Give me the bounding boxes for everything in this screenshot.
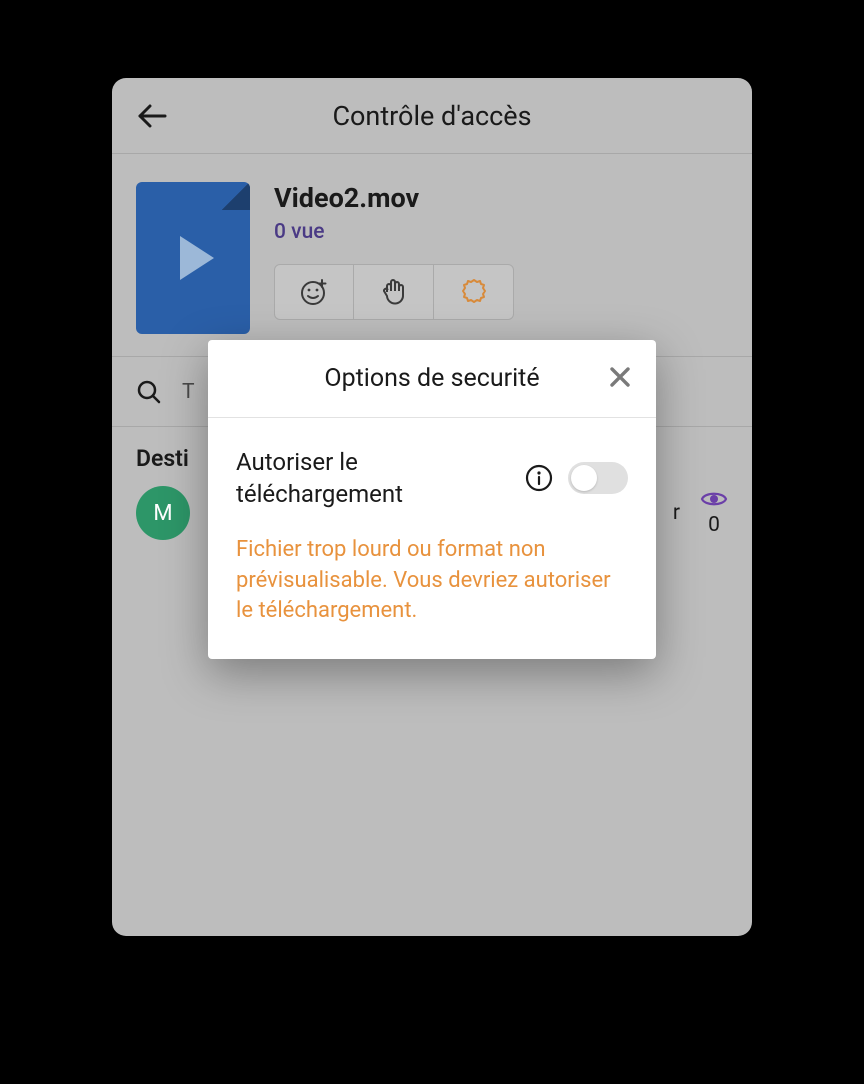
modal-body: Autoriser le téléchargement Fichier trop…: [208, 418, 656, 659]
security-options-modal: Options de securité Autoriser le télécha…: [208, 340, 656, 659]
toggle-knob: [571, 465, 597, 491]
info-icon: [524, 463, 554, 493]
modal-overlay: Options de securité Autoriser le télécha…: [0, 0, 864, 1084]
close-button[interactable]: [602, 359, 638, 399]
download-toggle-row: Autoriser le téléchargement: [236, 446, 628, 511]
download-warning: Fichier trop lourd ou format non prévisu…: [236, 535, 628, 627]
info-button[interactable]: [522, 461, 556, 495]
download-toggle[interactable]: [568, 462, 628, 494]
close-icon: [608, 365, 632, 389]
modal-header: Options de securité: [208, 340, 656, 418]
download-toggle-label: Autoriser le téléchargement: [236, 446, 510, 511]
modal-title: Options de securité: [324, 364, 539, 393]
